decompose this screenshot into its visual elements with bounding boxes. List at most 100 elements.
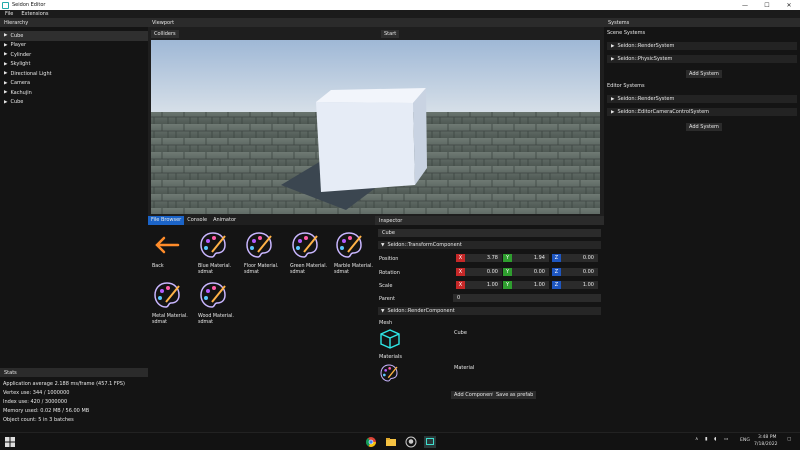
inspector-panel: Inspector Cube ▼ Seidon::TransformCompone… [375,216,604,434]
seidon-editor-icon[interactable] [424,436,436,448]
materials-label: Materials [379,354,402,360]
scale-label: Scale [379,283,393,289]
menu-file[interactable]: File [5,11,13,17]
parent-field[interactable]: 0 [453,294,601,302]
scene-view[interactable] [151,40,600,214]
viewport-panel: Viewport Colliders Start [148,18,604,216]
parent-label: Parent [379,296,396,302]
notification-icon[interactable]: ▢ [787,437,791,442]
position-y-field[interactable]: 1.94 [512,254,549,262]
palette-icon [336,232,362,258]
network-icon[interactable]: ▮ [705,437,708,442]
position-z-field[interactable]: 0.00 [561,254,598,262]
chrome-icon[interactable] [365,436,377,448]
scale-z-field[interactable]: 1.00 [561,281,598,289]
axis-z-label: Z [552,281,561,289]
asset-marble-material[interactable]: Marble Material. sdmat [334,230,380,276]
editor-system-camera-control[interactable]: ▶ Seidon::EditorCameraControlSystem [607,108,797,116]
taskbar: ∧ ▮ ◖ ▭ ENG 3:48 PM 7/18/2022 ▢ [0,432,800,450]
back-arrow-icon [155,236,180,254]
position-x-field[interactable]: 3.78 [465,254,502,262]
editor-system-render[interactable]: ▶ Seidon::RenderSystem [607,95,797,103]
scale-x-field[interactable]: 1.00 [465,281,502,289]
stat-vertex-use: Vertex use: 344 / 1000000 [3,390,70,396]
clock-date[interactable]: 7/18/2022 [754,442,778,447]
hierarchy-item-skylight[interactable]: ▶ Skylight [0,60,148,70]
scale-y-field[interactable]: 1.00 [512,281,549,289]
palette-icon[interactable] [379,363,399,383]
hierarchy-item-cube[interactable]: ▶ Cube [0,31,148,41]
maximize-button[interactable]: ☐ [756,2,778,9]
file-browser-panel: File Browser Console Animator Back Blue … [148,216,375,434]
expand-arrow-icon[interactable]: ▶ [4,62,7,67]
save-as-prefab-button[interactable]: Save as prefab [493,391,537,399]
expand-arrow-icon: ▶ [611,44,615,49]
tab-file-browser[interactable]: File Browser [148,216,185,225]
stat-frame-time: Application average 2.188 ms/frame (457.… [3,381,125,387]
close-button[interactable]: ✕ [778,2,800,9]
hierarchy-item-cylinder[interactable]: ▶ Cylinder [0,50,148,60]
colliders-button[interactable]: Colliders [151,30,179,38]
windows-start-icon[interactable] [4,436,16,448]
axis-y-label: Y [503,254,512,262]
expand-arrow-icon[interactable]: ▶ [4,90,7,95]
render-component-header[interactable]: ▼ Seidon::RenderComponent [378,307,601,315]
hierarchy-item-camera[interactable]: ▶ Camera [0,79,148,89]
hierarchy-item-cube-2[interactable]: ▶ Cube [0,98,148,108]
scene-system-physic[interactable]: ▶ Seidon::PhysicSystem [607,55,797,63]
stat-index-use: Index use: 420 / 3000000 [3,399,68,405]
language-indicator[interactable]: ENG [740,438,750,443]
add-scene-system-button[interactable]: Add System [686,70,722,78]
add-editor-system-button[interactable]: Add System [686,123,722,131]
stat-memory: Memory used: 0.02 MB / 56.00 MB [3,408,90,414]
asset-blue-material[interactable]: Blue Material. sdmat [198,230,244,276]
rotation-label: Rotation [379,270,400,276]
expand-arrow-icon[interactable]: ▶ [4,71,7,76]
systems-panel: Systems Scene Systems ▶ Seidon::RenderSys… [604,18,800,434]
clock-time[interactable]: 3:48 PM [758,435,777,440]
menu-bar: File Extensions [0,10,800,18]
hierarchy-item-kachujin[interactable]: ▶ Kachujin [0,88,148,98]
speaker-icon[interactable]: ◖ [714,437,716,442]
stat-object-count: Object count: 5 in 3 batches [3,417,74,423]
asset-metal-material[interactable]: Metal Material. sdmat [152,280,198,326]
position-label: Position [379,256,399,262]
transform-component-header[interactable]: ▼ Seidon::TransformComponent [378,241,601,249]
stats-panel: Stats Application average 2.188 ms/frame… [0,368,148,432]
rotation-x-field[interactable]: 0.00 [465,268,502,276]
scene-systems-label: Scene Systems [607,30,646,36]
axis-x-label: X [456,268,465,276]
scene-system-render[interactable]: ▶ Seidon::RenderSystem [607,42,797,50]
menu-extensions[interactable]: Extensions [21,11,48,17]
file-explorer-icon[interactable] [385,436,397,448]
expand-arrow-icon: ▶ [611,110,615,115]
battery-icon[interactable]: ▭ [724,437,728,442]
asset-green-material[interactable]: Green Material. sdmat [290,230,336,276]
start-button[interactable]: Start [381,30,400,38]
inspector-title: Inspector [375,216,604,225]
palette-icon [200,232,226,258]
tab-animator[interactable]: Animator [210,216,239,225]
asset-wood-material[interactable]: Wood Material. sdmat [198,280,244,326]
expand-arrow-icon[interactable]: ▶ [4,100,7,105]
add-component-button[interactable]: Add Component [451,391,498,399]
minimize-button[interactable]: — [734,2,756,9]
expand-arrow-icon[interactable]: ▶ [4,33,7,38]
tab-console[interactable]: Console [184,216,210,225]
asset-back[interactable]: Back [152,230,198,270]
expand-arrow-icon[interactable]: ▶ [4,43,7,48]
hierarchy-item-directional-light[interactable]: ▶ Directional Light [0,69,148,79]
cube-mesh-icon[interactable] [379,328,401,350]
entity-name-input[interactable]: Cube [378,229,601,237]
expand-arrow-icon[interactable]: ▶ [4,81,7,86]
hierarchy-item-player[interactable]: ▶ Player [0,41,148,51]
axis-z-label: Z [552,268,561,276]
tray-chevron-icon[interactable]: ∧ [695,437,698,442]
github-icon[interactable] [405,436,417,448]
expand-arrow-icon[interactable]: ▶ [4,52,7,57]
expand-arrow-icon: ▶ [611,57,615,62]
rotation-y-field[interactable]: 0.00 [512,268,549,276]
rotation-z-field[interactable]: 0.00 [561,268,598,276]
axis-x-label: X [456,254,465,262]
asset-floor-material[interactable]: Floor Material. sdmat [244,230,290,276]
